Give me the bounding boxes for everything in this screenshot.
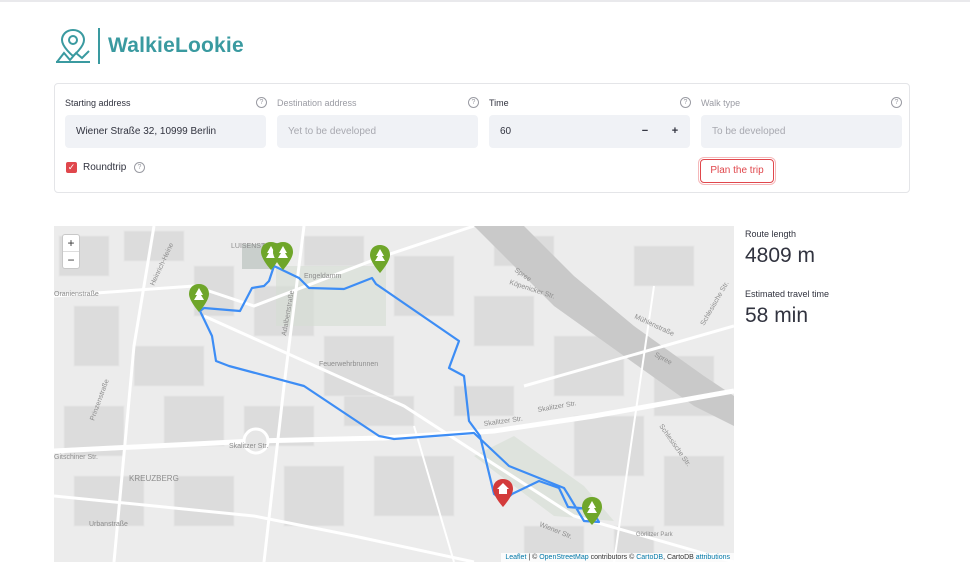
attribution-text: | ©	[526, 554, 540, 561]
help-icon[interactable]: ?	[468, 97, 479, 108]
zoom-control: + −	[62, 234, 80, 269]
travel-time-label: Estimated travel time	[745, 289, 830, 299]
decrement-button[interactable]: −	[634, 115, 656, 148]
map-label: Urbanstraße	[89, 521, 128, 528]
help-icon[interactable]: ?	[134, 162, 145, 173]
route-length-value: 4809 m	[745, 244, 816, 267]
time-value[interactable]: 60	[500, 126, 511, 137]
help-icon[interactable]: ?	[891, 97, 902, 108]
park-marker-icon[interactable]	[369, 244, 391, 274]
trip-form: Starting address ? Wiener Straße 32, 109…	[54, 83, 910, 193]
roundtrip-label[interactable]: Roundtrip	[83, 162, 126, 173]
route-map[interactable]: LUISENSTADT Engeldamm Köpenicker Str. Mü…	[54, 226, 734, 562]
app-logo: WalkieLookie	[54, 26, 244, 66]
time-label: Time	[489, 98, 509, 108]
start-address-label: Starting address	[65, 98, 131, 108]
zoom-in-button[interactable]: +	[63, 235, 79, 251]
destination-input: Yet to be developed	[277, 115, 478, 148]
help-icon[interactable]: ?	[256, 97, 267, 108]
attribution-text: , CartoDB	[663, 554, 696, 561]
help-icon[interactable]: ?	[680, 97, 691, 108]
map-label: Oranienstraße	[54, 291, 99, 298]
leaflet-link[interactable]: Leaflet	[505, 554, 526, 561]
map-tiles[interactable]: LUISENSTADT Engeldamm Köpenicker Str. Mü…	[54, 226, 734, 562]
park-marker-icon[interactable]	[272, 241, 294, 271]
map-label: Engeldamm	[304, 273, 342, 280]
home-marker-icon[interactable]	[492, 478, 514, 508]
start-address-input[interactable]: Wiener Straße 32, 10999 Berlin	[65, 115, 266, 148]
map-label: Gitschiner Str.	[54, 454, 98, 461]
walk-type-label: Walk type	[701, 98, 741, 108]
app-title: WalkieLookie	[108, 34, 244, 57]
attributions-link[interactable]: attributions	[696, 554, 730, 561]
map-label: KREUZBERG	[129, 474, 179, 483]
osm-link[interactable]: OpenStreetMap	[539, 554, 588, 561]
attribution-text: contributors ©	[588, 554, 637, 561]
destination-label: Destination address	[277, 98, 357, 108]
increment-button[interactable]: +	[664, 115, 686, 148]
park-marker-icon[interactable]	[188, 283, 210, 313]
map-label: Görlitzer Park	[636, 532, 674, 538]
top-bar	[0, 0, 970, 2]
map-label: Skalitzer Str.	[229, 443, 268, 450]
plan-trip-button[interactable]: Plan the trip	[698, 157, 776, 185]
route-length-label: Route length	[745, 229, 797, 239]
map-label: Feuerwehrbrunnen	[319, 361, 378, 368]
park-marker-icon[interactable]	[581, 496, 603, 526]
travel-time-value: 58 min	[745, 304, 809, 327]
map-attribution: Leaflet | © OpenStreetMap contributors ©…	[501, 553, 734, 562]
zoom-out-button[interactable]: −	[63, 251, 79, 268]
walk-type-input: To be developed	[701, 115, 902, 148]
roundtrip-checkbox[interactable]: ✓	[66, 162, 77, 173]
map-pin-logo-icon	[56, 28, 90, 63]
carto-link[interactable]: CartoDB	[636, 554, 663, 561]
time-stepper[interactable]: 60 − +	[489, 115, 690, 148]
logo-divider	[98, 28, 100, 64]
